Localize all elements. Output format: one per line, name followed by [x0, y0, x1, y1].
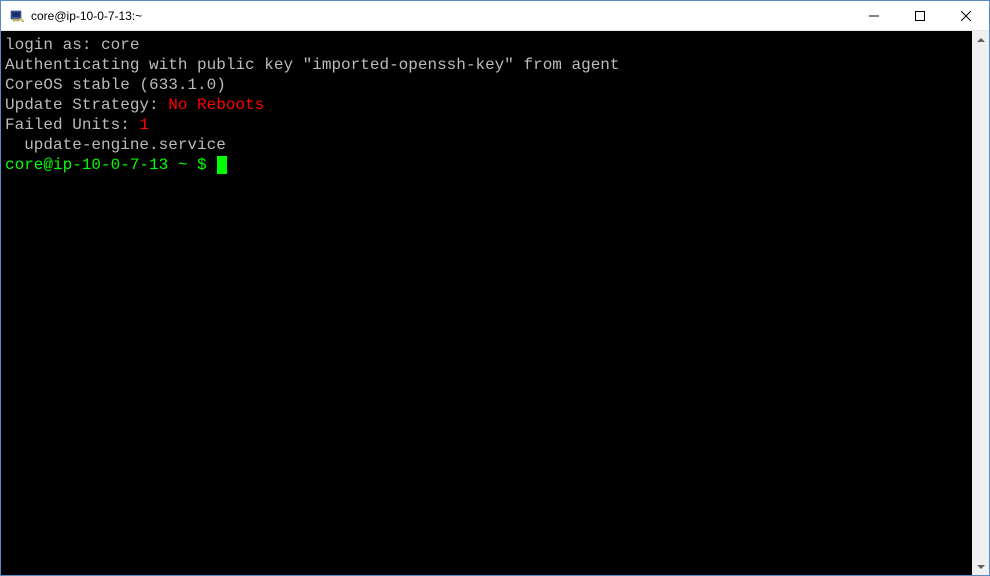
- login-user: core: [101, 36, 139, 54]
- window-controls: [851, 1, 989, 30]
- window-title: core@ip-10-0-7-13:~: [31, 9, 851, 23]
- scroll-up-button[interactable]: [972, 31, 989, 48]
- close-button[interactable]: [943, 1, 989, 30]
- scroll-down-button[interactable]: [972, 558, 989, 575]
- scroll-track[interactable]: [972, 48, 989, 558]
- maximize-button[interactable]: [897, 1, 943, 30]
- scrollbar[interactable]: [972, 31, 989, 575]
- update-label: Update Strategy:: [5, 96, 168, 114]
- terminal-line: login as: core: [5, 35, 972, 55]
- login-label: login as:: [5, 36, 101, 54]
- minimize-button[interactable]: [851, 1, 897, 30]
- terminal-line: core@ip-10-0-7-13 ~ $: [5, 155, 972, 175]
- terminal-line: update-engine.service: [5, 135, 972, 155]
- failed-count: 1: [139, 116, 149, 134]
- minimize-icon: [869, 11, 879, 21]
- prompt: core@ip-10-0-7-13 ~ $: [5, 156, 216, 174]
- maximize-icon: [915, 11, 925, 21]
- terminal-line: Authenticating with public key "imported…: [5, 55, 972, 75]
- app-window: core@ip-10-0-7-13:~ login as: coreAuthen…: [0, 0, 990, 576]
- terminal-line: Failed Units: 1: [5, 115, 972, 135]
- update-value: No Reboots: [168, 96, 264, 114]
- cursor: [217, 156, 227, 174]
- terminal-container: login as: coreAuthenticating with public…: [1, 31, 989, 575]
- terminal[interactable]: login as: coreAuthenticating with public…: [1, 31, 972, 575]
- chevron-down-icon: [977, 565, 985, 569]
- failed-label: Failed Units:: [5, 116, 139, 134]
- putty-icon: [9, 8, 25, 24]
- terminal-line: CoreOS stable (633.1.0): [5, 75, 972, 95]
- close-icon: [961, 11, 971, 21]
- chevron-up-icon: [977, 38, 985, 42]
- terminal-line: Update Strategy: No Reboots: [5, 95, 972, 115]
- titlebar[interactable]: core@ip-10-0-7-13:~: [1, 1, 989, 31]
